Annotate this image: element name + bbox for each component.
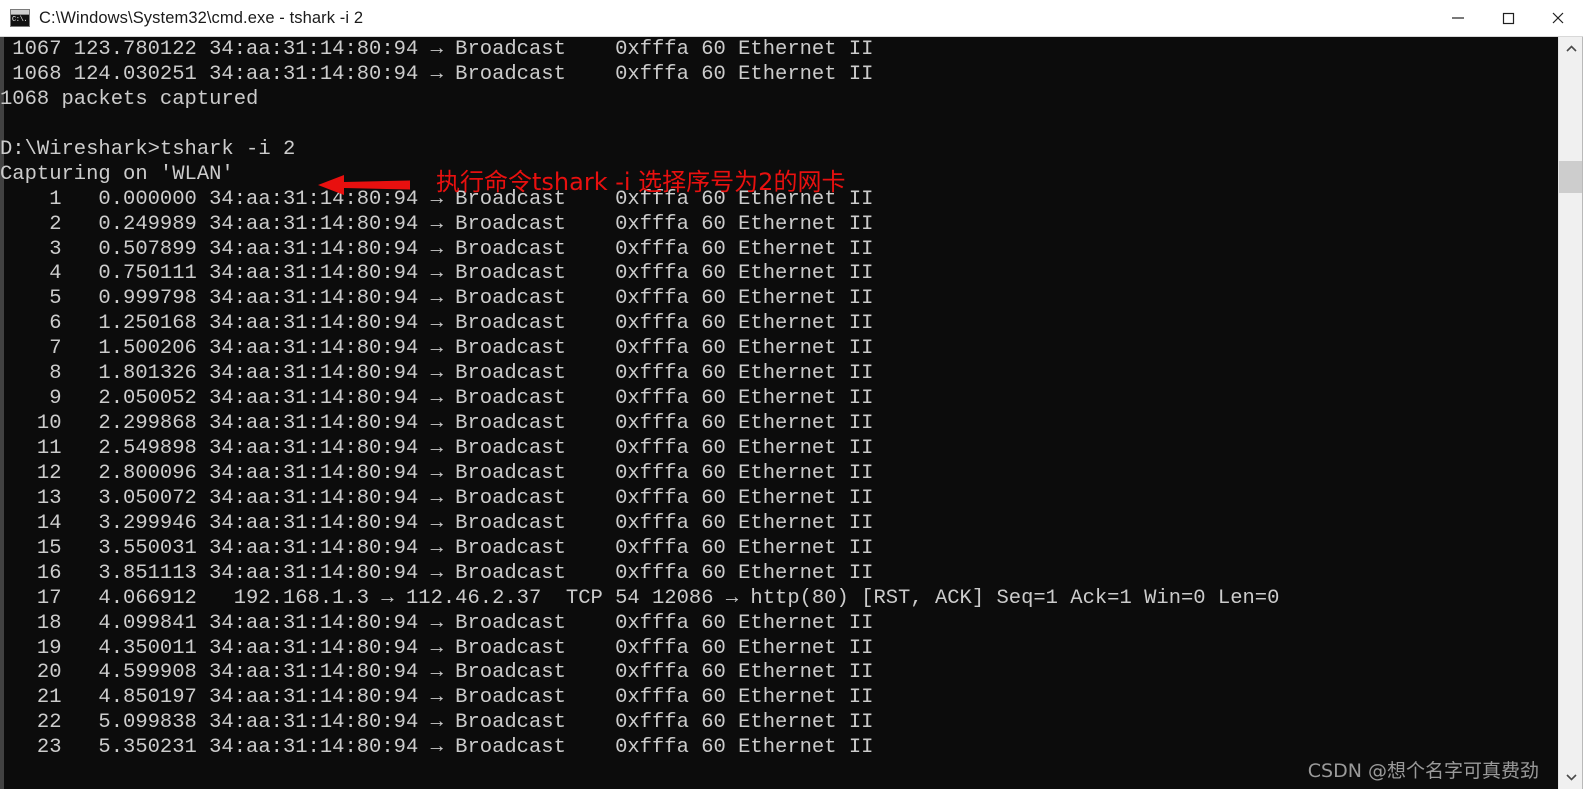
console-line: 21 4.850197 34:aa:31:14:80:94 → Broadcas… [0, 686, 874, 710]
console-line: 16 3.851113 34:aa:31:14:80:94 → Broadcas… [0, 561, 874, 585]
console-line: 1067 123.780122 34:aa:31:14:80:94 → Broa… [0, 38, 874, 61]
vertical-scrollbar[interactable] [1558, 37, 1583, 789]
cmd-icon-glyph: C:\. [11, 15, 29, 26]
scroll-down-arrow-icon[interactable] [1559, 767, 1583, 787]
console-line: D:\Wireshark>tshark -i 2 [0, 137, 296, 161]
console-line: 3 0.507899 34:aa:31:14:80:94 → Broadcast… [0, 237, 874, 261]
console-line: 2 0.249989 34:aa:31:14:80:94 → Broadcast… [0, 212, 874, 236]
cmd-console-icon: C:\. [10, 9, 30, 27]
close-icon[interactable] [1533, 0, 1583, 36]
console-line: 11 2.549898 34:aa:31:14:80:94 → Broadcas… [0, 437, 874, 460]
console-line: 13 3.050072 34:aa:31:14:80:94 → Broadcas… [0, 486, 874, 510]
title-bar: C:\. C:\Windows\System32\cmd.exe - tshar… [0, 0, 1583, 37]
console-line: 20 4.599908 34:aa:31:14:80:94 → Broadcas… [0, 661, 874, 685]
scroll-up-arrow-icon[interactable] [1559, 39, 1583, 59]
watermark: CSDN @想个名字可真费劲 [1307, 760, 1539, 782]
console-line: 15 3.550031 34:aa:31:14:80:94 → Broadcas… [0, 536, 874, 560]
console-line: 4 0.750111 34:aa:31:14:80:94 → Broadcast… [0, 262, 874, 286]
console-line: 5 0.999798 34:aa:31:14:80:94 → Broadcast… [0, 287, 874, 311]
maximize-icon[interactable] [1483, 0, 1533, 36]
console-line: 6 1.250168 34:aa:31:14:80:94 → Broadcast… [0, 312, 874, 336]
console-line: 10 2.299868 34:aa:31:14:80:94 → Broadcas… [0, 412, 874, 436]
console-line: 1068 124.030251 34:aa:31:14:80:94 → Broa… [0, 62, 874, 86]
console-line: 18 4.099841 34:aa:31:14:80:94 → Broadcas… [0, 611, 874, 635]
window-title: C:\Windows\System32\cmd.exe - tshark -i … [39, 8, 364, 27]
console-line: 19 4.350011 34:aa:31:14:80:94 → Broadcas… [0, 636, 874, 660]
console-line: 22 5.099838 34:aa:31:14:80:94 → Broadcas… [0, 711, 874, 735]
scrollbar-thumb[interactable] [1559, 161, 1583, 193]
console-line: 9 2.050052 34:aa:31:14:80:94 → Broadcast… [0, 387, 874, 411]
console-line: 17 4.066912 192.168.1.3 → 112.46.2.37 TC… [0, 586, 1280, 610]
console-line: 7 1.500206 34:aa:31:14:80:94 → Broadcast… [0, 337, 874, 361]
window-controls [1433, 0, 1583, 36]
cmd-window: C:\. C:\Windows\System32\cmd.exe - tshar… [0, 0, 1583, 789]
console-line: 8 1.801326 34:aa:31:14:80:94 → Broadcast… [0, 362, 874, 386]
console-output-area[interactable]: 1067 123.780122 34:aa:31:14:80:94 → Broa… [0, 37, 1583, 789]
annotation-arrow-icon [318, 172, 410, 198]
minimize-icon[interactable] [1433, 0, 1483, 36]
annotation-text: 执行命令tshark -i 选择序号为2的网卡 [436, 168, 846, 196]
console-text: 1067 123.780122 34:aa:31:14:80:94 → Broa… [0, 38, 1550, 761]
console-line: 12 2.800096 34:aa:31:14:80:94 → Broadcas… [0, 461, 874, 485]
console-line: 1068 packets captured [0, 87, 259, 111]
console-line: 14 3.299946 34:aa:31:14:80:94 → Broadcas… [0, 511, 874, 535]
